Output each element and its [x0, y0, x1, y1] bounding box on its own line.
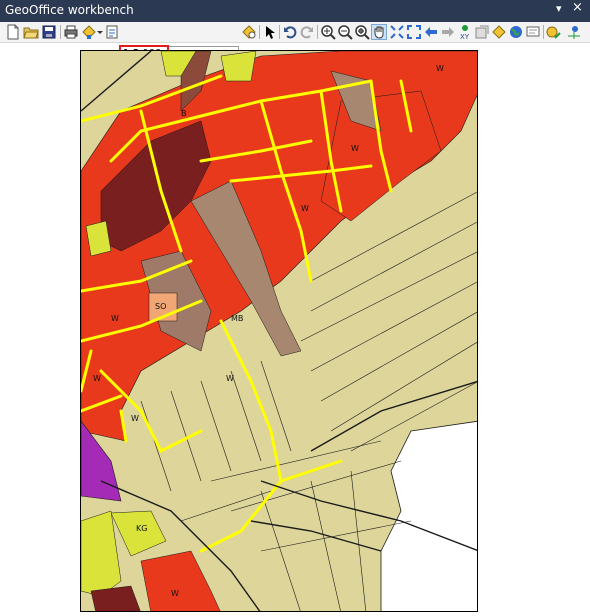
- map-canvas[interactable]: B W W W MB SO W W W W W KG: [80, 50, 478, 612]
- zoning-map: B W W W MB SO W W W W W KG: [81, 51, 477, 611]
- zone-label: W: [436, 64, 444, 73]
- window-title: GeoOffice workbench: [5, 3, 134, 17]
- forward-arrow-icon[interactable]: [440, 24, 456, 40]
- map-tips-icon[interactable]: [525, 24, 541, 40]
- zone-label: KG: [136, 524, 147, 533]
- identify-icon[interactable]: [474, 24, 490, 40]
- print-icon[interactable]: [63, 24, 79, 40]
- zone-label: B: [181, 109, 187, 118]
- find-icon[interactable]: [491, 24, 507, 40]
- xy-coordinate-icon[interactable]: XY: [457, 24, 473, 40]
- close-icon[interactable]: ×: [572, 1, 583, 15]
- measure-icon[interactable]: [546, 24, 562, 40]
- zoom-fixed-icon[interactable]: [354, 24, 370, 40]
- zoom-out-icon[interactable]: [337, 24, 353, 40]
- toolbar-separator: [317, 25, 318, 39]
- toolbar-separator: [279, 25, 280, 39]
- back-arrow-icon[interactable]: [423, 24, 439, 40]
- toolbar-separator: [543, 25, 544, 39]
- zone-label: W: [131, 414, 139, 423]
- layer-add-icon[interactable]: [81, 24, 97, 40]
- new-doc-icon[interactable]: [5, 24, 21, 40]
- toolbar-separator: [259, 25, 260, 39]
- toolbar: ▾ XY: [0, 22, 590, 61]
- zone-label: W: [226, 374, 234, 383]
- window-menu-icon[interactable]: ▾: [556, 2, 562, 16]
- go-to-xy-icon[interactable]: [566, 24, 582, 40]
- globe-icon[interactable]: [508, 24, 524, 40]
- toolbar-separator: [60, 25, 61, 39]
- zone-label: W: [93, 374, 101, 383]
- save-icon[interactable]: [41, 24, 57, 40]
- green-zone: [220, 51, 257, 82]
- open-folder-icon[interactable]: [23, 24, 39, 40]
- zone-label: W: [171, 589, 179, 598]
- svg-text:XY: XY: [460, 33, 470, 40]
- zone-label: W: [351, 144, 359, 153]
- title-bar: GeoOffice workbench ▾ ×: [0, 0, 590, 22]
- pan-hand-icon[interactable]: [371, 24, 387, 40]
- page-setup-icon[interactable]: [104, 24, 120, 40]
- zone-label: SO: [155, 302, 166, 311]
- zone-label: W: [301, 204, 309, 213]
- zone-label: W: [111, 314, 119, 323]
- undo-icon[interactable]: [282, 24, 298, 40]
- redo-icon[interactable]: [299, 24, 315, 40]
- fixed-zoom-in-icon[interactable]: [406, 24, 422, 40]
- zone-label: MB: [231, 314, 243, 323]
- dropdown-small-icon[interactable]: [96, 24, 104, 40]
- clear-selection-icon[interactable]: [241, 24, 257, 40]
- select-arrow-icon[interactable]: [262, 24, 278, 40]
- full-extent-icon[interactable]: [389, 24, 405, 40]
- zoom-in-icon[interactable]: [320, 24, 336, 40]
